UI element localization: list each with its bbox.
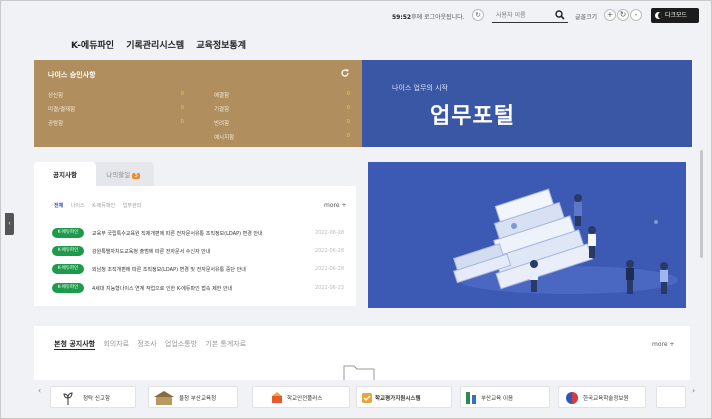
notice-date: 2022-06-23 — [314, 285, 344, 291]
category-tag: K-에듀파인 — [52, 228, 84, 238]
font-size-label: 글꼴크기 — [575, 14, 598, 21]
list-item[interactable]: K-에듀파인 4세대 지능형나이스 연계 작업으로 인한 K-에듀파인 접속 제… — [52, 283, 344, 295]
subtab-neis[interactable]: 나이스 — [71, 203, 85, 209]
building-icon — [154, 391, 174, 405]
approval-count: 0 — [346, 105, 351, 111]
approval-count: 0 — [180, 105, 185, 111]
banner-keris[interactable]: 한국교육학술정보원 — [558, 386, 646, 408]
session-timer: 59:52후에 로그아웃됩니다. — [392, 14, 465, 21]
nav-item-statistics[interactable]: 교육정보통계 — [196, 41, 246, 51]
approval-count: 0 — [346, 119, 351, 125]
banner-extra[interactable] — [656, 386, 686, 408]
font-size-reset-button[interactable]: ↻ — [617, 9, 629, 21]
notice-date: 2022-06-28 — [314, 266, 344, 272]
search-box — [492, 8, 568, 23]
folder-icon — [343, 365, 375, 381]
notice-title[interactable]: 강원특별자치도교육청 출범에 따른 전자문서 수신자 안내 — [92, 248, 210, 255]
banner-school-safety[interactable]: 학교안전플러스 — [252, 386, 350, 408]
approval-count: 0 — [180, 91, 185, 97]
notice-title[interactable]: 외남청 조직개편에 따른 조직정보(LDAP) 변경 및 전자문서유통 중단 안… — [92, 266, 246, 273]
notice-more-link[interactable]: more + — [324, 202, 346, 209]
banner-school-evaluation[interactable]: 학교평가지원시스템 — [356, 386, 452, 408]
approval-label[interactable]: 반려함 — [214, 119, 229, 127]
tab-survey[interactable]: 정조사 — [137, 340, 156, 348]
approval-label[interactable]: 공람함 — [48, 119, 63, 127]
notice-subtabs: 전체 나이스 K-에듀파인 업무관리 — [54, 202, 147, 209]
approval-label[interactable]: 예결함 — [214, 91, 229, 99]
sprout-icon — [63, 392, 73, 405]
tab-hq-notices[interactable]: 본청 공지사항 — [54, 340, 96, 350]
hq-tabs: 본청 공지사항 회의자료 정조사 업업소통방 기본 통계자료 — [54, 339, 252, 350]
banner-prev-icon[interactable]: ‹ — [38, 386, 41, 395]
approval-count: 0 — [180, 119, 185, 125]
approval-title: 나이스 승인사항 — [48, 71, 96, 79]
banner-next-icon[interactable]: › — [692, 386, 695, 395]
session-extend-button[interactable]: ↻ — [472, 9, 484, 21]
notice-date: 2022-06-28 — [314, 230, 344, 236]
subtab-work[interactable]: 업무관리 — [123, 203, 141, 209]
hq-notice-panel: 본청 공지사항 회의자료 정조사 업업소통방 기본 통계자료 more + — [34, 326, 690, 381]
list-item[interactable]: K-에듀파인 외남청 조직개편에 따른 조직정보(LDAP) 변경 및 전자문서… — [52, 264, 344, 276]
font-size-minus-button[interactable]: - — [630, 9, 642, 21]
books-illustration-art — [453, 188, 678, 294]
list-item[interactable]: K-에듀파인 교육부 국립특수교육원 직제개편에 따른 전자문서유통 조직정보(… — [52, 228, 344, 240]
main-nav: K-에듀파인 기록관리시스템 교육정보통계 — [71, 38, 255, 51]
notice-title[interactable]: 4세대 지능형나이스 연계 작업으로 인한 K-에듀파인 접속 제한 안내 — [92, 285, 232, 292]
side-panel-toggle[interactable]: ‹ — [5, 213, 14, 235]
approval-label[interactable]: 기결함 — [214, 105, 229, 113]
subtab-all[interactable]: 전체 — [54, 203, 63, 209]
approval-panel: 나이스 승인사항 상신함 0 미결/결재함 0 공람함 0 예결함 0 기결함 … — [34, 60, 362, 147]
nav-item-edufine[interactable]: K-에듀파인 — [71, 41, 114, 51]
approval-count: 0 — [346, 91, 351, 97]
search-icon[interactable] — [555, 9, 565, 21]
portal-banner[interactable]: 나이스 업무의 시작 업무포털 — [362, 60, 692, 147]
notice-panel: 전체 나이스 K-에듀파인 업무관리 more + K-에듀파인 교육부 국립특… — [34, 186, 356, 306]
utility-bar: 59:52후에 로그아웃됩니다. ↻ 글꼴크기 + ↻ - 다크모드 — [0, 8, 712, 26]
approval-label[interactable]: 미결/결재함 — [48, 105, 75, 113]
tab-meeting-materials[interactable]: 회의자료 — [103, 340, 129, 348]
category-tag: K-에듀파인 — [52, 264, 84, 274]
approval-label[interactable]: 예시지함 — [214, 133, 234, 141]
font-size-plus-button[interactable]: + — [604, 9, 616, 21]
tab-my-tasks[interactable]: 나의할일 3 — [92, 162, 154, 186]
banner-busan-eum[interactable]: 부산교육 이음 — [460, 386, 550, 408]
hq-more-link[interactable]: more + — [652, 341, 674, 348]
moon-icon — [655, 12, 662, 19]
approval-label[interactable]: 상신함 — [48, 91, 63, 99]
notice-date: 2022-06-28 — [314, 248, 344, 254]
tab-notices[interactable]: 공지사항 — [34, 162, 96, 186]
notice-title[interactable]: 교육부 국립특수교육원 직제개편에 따른 전자문서유통 조직정보(LDAP) 변… — [92, 230, 263, 237]
portal-subtitle: 나이스 업무의 시작 — [392, 84, 448, 92]
reload-icon[interactable] — [340, 68, 350, 78]
list-item[interactable]: K-에듀파인 강원특별자치도교육청 출범에 따른 전자문서 수신자 안내 202… — [52, 246, 344, 258]
dark-mode-button[interactable]: 다크모드 — [651, 8, 699, 23]
banner-busan-office[interactable]: 울청 부산교육청 — [148, 386, 238, 408]
portal-title: 업무포털 — [430, 104, 515, 129]
school-icon — [272, 392, 282, 403]
books-illustration — [368, 162, 686, 308]
eum-logo-icon — [466, 392, 476, 404]
category-tag: K-에듀파인 — [52, 283, 84, 293]
banner-report-center[interactable]: 청탁 신고함 — [50, 386, 136, 408]
page-scrollbar[interactable] — [700, 150, 703, 258]
tab-communication[interactable]: 업업소통방 — [165, 340, 197, 348]
tab-statistics[interactable]: 기본 통계자료 — [205, 340, 246, 348]
task-count-badge: 3 — [132, 173, 140, 179]
nav-item-records[interactable]: 기록관리시스템 — [126, 41, 184, 51]
subtab-edufine[interactable]: K-에듀파인 — [92, 203, 115, 209]
evaluation-icon — [362, 393, 372, 403]
search-input[interactable] — [496, 10, 550, 21]
category-tag: K-에듀파인 — [52, 246, 84, 256]
approval-count: 0 — [346, 133, 351, 139]
keris-logo-icon — [566, 392, 578, 404]
